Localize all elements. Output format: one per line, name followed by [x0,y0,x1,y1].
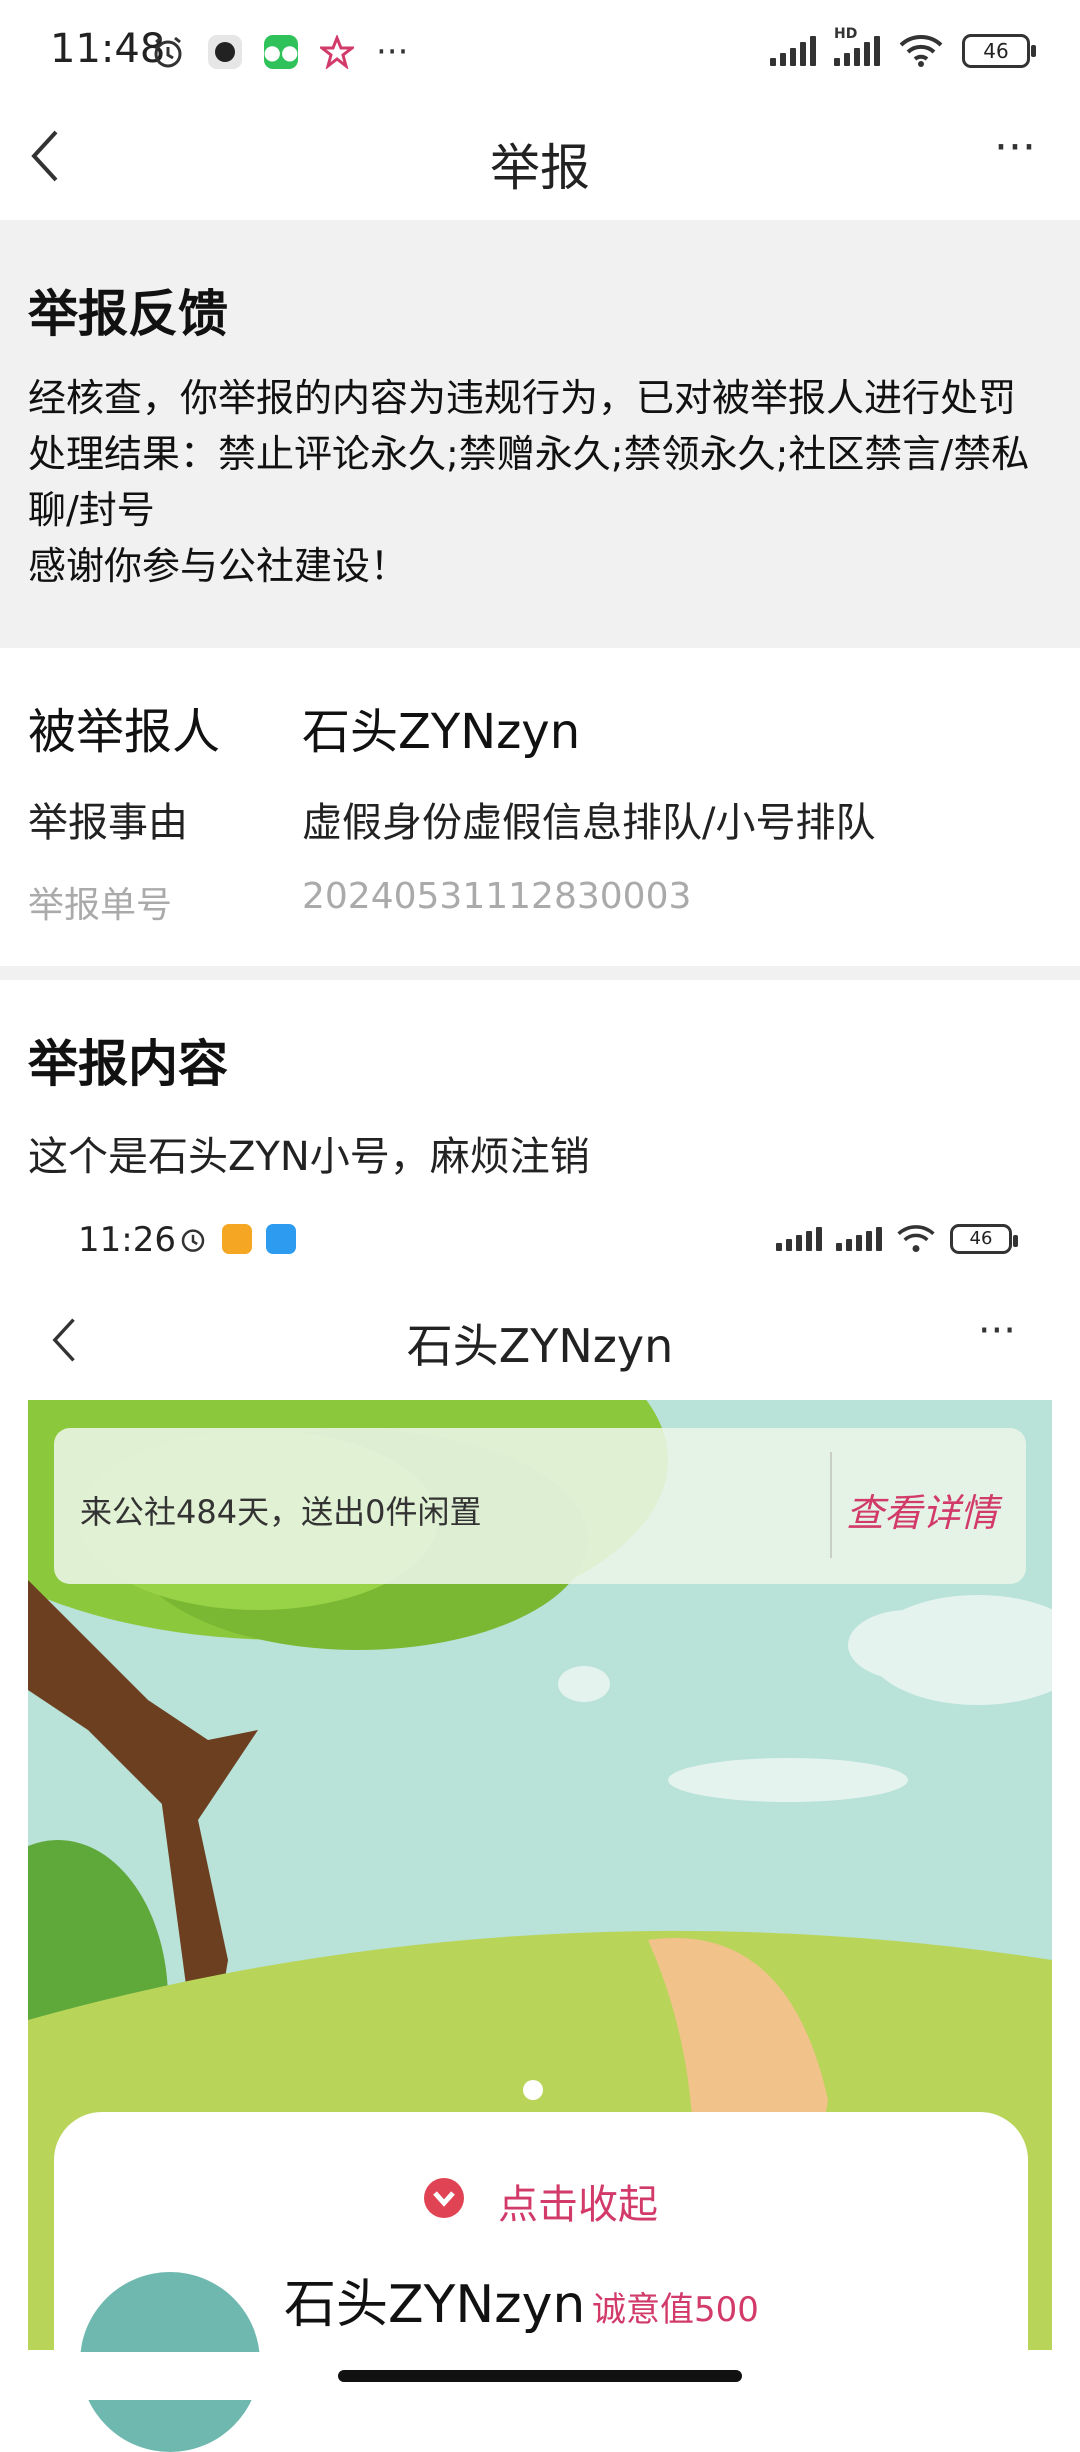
banner-separator [830,1452,832,1558]
wifi-icon [899,35,943,67]
embedded-status-right: 46 [776,1224,1018,1254]
embedded-nav-title: 石头ZYNzyn [406,1319,674,1373]
reported-user-value: 石头ZYNzyn [302,704,581,760]
status-right: HD 46 [770,26,1036,68]
embedded-signal-icon [836,1227,882,1251]
embedded-stats-text: 来公社484天，送出0件闲置 [80,1493,482,1531]
status-bar: 11:48 ●● ··· HD 46 [0,0,1080,100]
collapse-chevron-icon [424,2178,464,2218]
embedded-notification-icons [178,1224,296,1254]
alarm-icon [154,36,182,68]
content-text: 这个是石头ZYN小号，麻烦注销 [28,1134,590,1180]
embedded-app-icon [222,1224,252,1254]
feedback-section: 举报反馈 经核查，你举报的内容为违规行为，已对被举报人进行处罚 处理结果：禁止评… [0,220,1080,648]
reported-user-label: 被举报人 [28,704,221,760]
embedded-more-icon: ··· [977,1308,1016,1354]
embedded-profile-name: 石头ZYNzyn [284,2275,586,2335]
feedback-line: 感谢你参与公社建设！ [28,544,409,588]
embedded-view-details-link: 查看详情 [846,1491,999,1535]
feedback-body: 经核查，你举报的内容为违规行为，已对被举报人进行处罚 处理结果：禁止评论永久;禁… [28,370,1058,594]
embedded-alarm-icon [181,1229,205,1252]
home-indicator[interactable] [338,2370,742,2382]
page-title: 举报 [490,139,590,197]
order-number-value: 20240531112830003 [302,876,692,917]
collapse-label: 点击收起 [498,2182,658,2228]
section-divider [0,966,1080,980]
embedded-profile-card: 点击收起 石头ZYNzyn 诚意值500 [54,2112,1028,2452]
status-time: 11:48 [50,26,166,72]
wechat-icon: ●● [264,35,298,69]
hd-label: HD [834,26,858,42]
embedded-sincerity-value: 诚意值500 [592,2290,759,2330]
feedback-line: 处理结果：禁止评论永久;禁赠永久;禁领永久;社区禁言/禁私 [28,432,1030,476]
content-title: 举报内容 [28,1035,228,1093]
signal-hd-icon: HD [834,26,880,66]
order-number-label: 举报单号 [28,885,173,926]
star-app-icon [320,35,354,69]
embedded-wifi-icon [897,1225,935,1253]
reason-label: 举报事由 [28,800,188,846]
signal-icon [770,36,816,66]
embedded-app-icon [266,1224,296,1254]
embedded-battery-icon: 46 [950,1224,1018,1254]
notification-icons: ●● ··· [150,32,408,72]
reason-value: 虚假身份虚假信息排队/小号排队 [302,800,876,846]
battery-icon: 46 [962,34,1036,68]
embedded-signal-icon [776,1227,822,1251]
feedback-title: 举报反馈 [28,285,228,343]
feedback-line: 聊/封号 [28,488,155,532]
embedded-status-time: 11:26 [78,1220,176,1260]
nav-bar: 举报 ··· [0,100,1080,220]
feedback-line: 经核查，你举报的内容为违规行为，已对被举报人进行处罚 [28,376,1017,420]
more-notifications-icon: ··· [376,32,409,72]
app-notification-icon [208,35,242,69]
more-options-icon[interactable]: ··· [994,122,1036,173]
